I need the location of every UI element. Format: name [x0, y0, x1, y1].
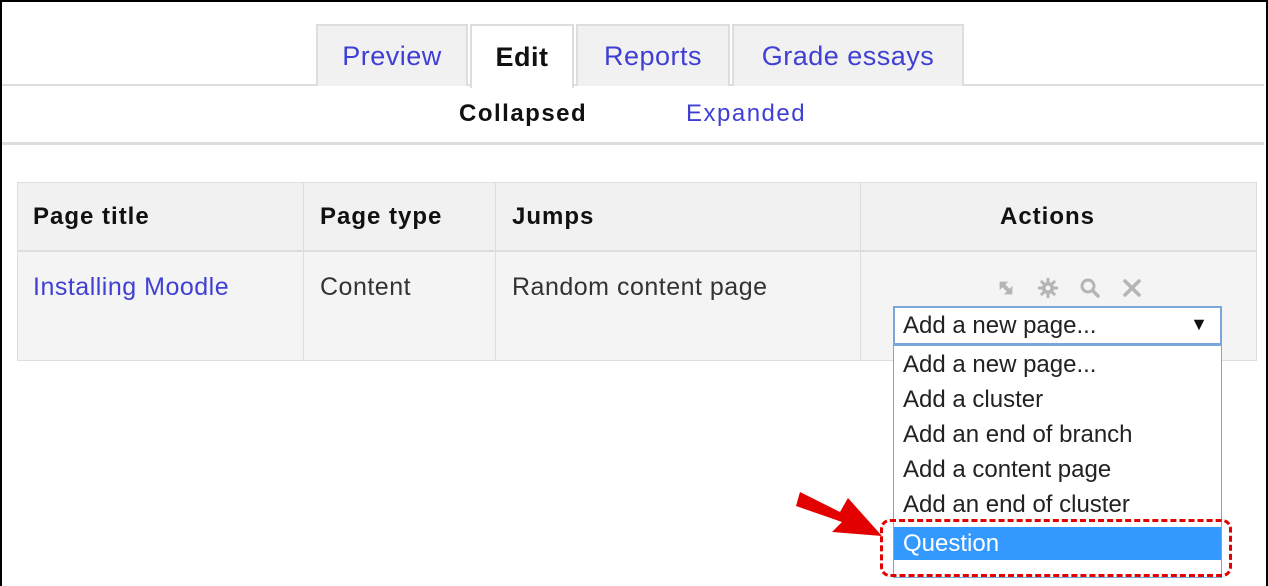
option-add-content-page[interactable]: Add a content page	[894, 453, 1221, 486]
column-divider	[495, 183, 496, 360]
header-page-title: Page title	[33, 203, 150, 230]
option-add-cluster[interactable]: Add a cluster	[894, 383, 1221, 416]
tab-edit[interactable]: Edit	[470, 24, 574, 88]
add-page-select-value: Add a new page...	[903, 312, 1097, 339]
column-divider	[303, 183, 304, 360]
action-icons	[994, 276, 1144, 300]
subtabs-underline	[2, 142, 1264, 145]
dropdown-arrow-icon: ▼	[1190, 314, 1208, 334]
option-add-end-of-cluster[interactable]: Add an end of cluster	[894, 488, 1221, 521]
jumps-cell: Random content page	[512, 273, 768, 301]
add-page-select[interactable]: Add a new page... ▼	[893, 306, 1222, 345]
tab-reports[interactable]: Reports	[576, 24, 730, 86]
header-actions: Actions	[1000, 203, 1096, 230]
subtab-collapsed[interactable]: Collapsed	[459, 100, 587, 128]
preview-magnifier-icon[interactable]	[1078, 276, 1102, 300]
header-jumps: Jumps	[512, 203, 595, 230]
tab-grade-essays[interactable]: Grade essays	[732, 24, 964, 86]
delete-icon[interactable]	[1120, 276, 1144, 300]
tab-preview[interactable]: Preview	[316, 24, 468, 86]
annotation-arrow-icon	[796, 492, 882, 536]
subtab-expanded[interactable]: Expanded	[686, 100, 806, 128]
tab-preview-label: Preview	[342, 40, 442, 71]
tab-reports-label: Reports	[603, 40, 703, 71]
tab-edit-label: Edit	[495, 41, 549, 72]
column-divider	[860, 183, 861, 360]
page-title-link[interactable]: Installing Moodle	[33, 273, 229, 302]
annotation-highlight-box	[880, 519, 1232, 577]
option-add-end-of-branch[interactable]: Add an end of branch	[894, 418, 1221, 451]
tab-grade-essays-label: Grade essays	[761, 40, 935, 71]
page-type-cell: Content	[320, 273, 412, 301]
header-page-type: Page type	[320, 203, 443, 230]
gear-icon[interactable]	[1036, 276, 1060, 300]
option-add-new-page[interactable]: Add a new page...	[894, 348, 1221, 381]
move-icon[interactable]	[994, 276, 1018, 300]
